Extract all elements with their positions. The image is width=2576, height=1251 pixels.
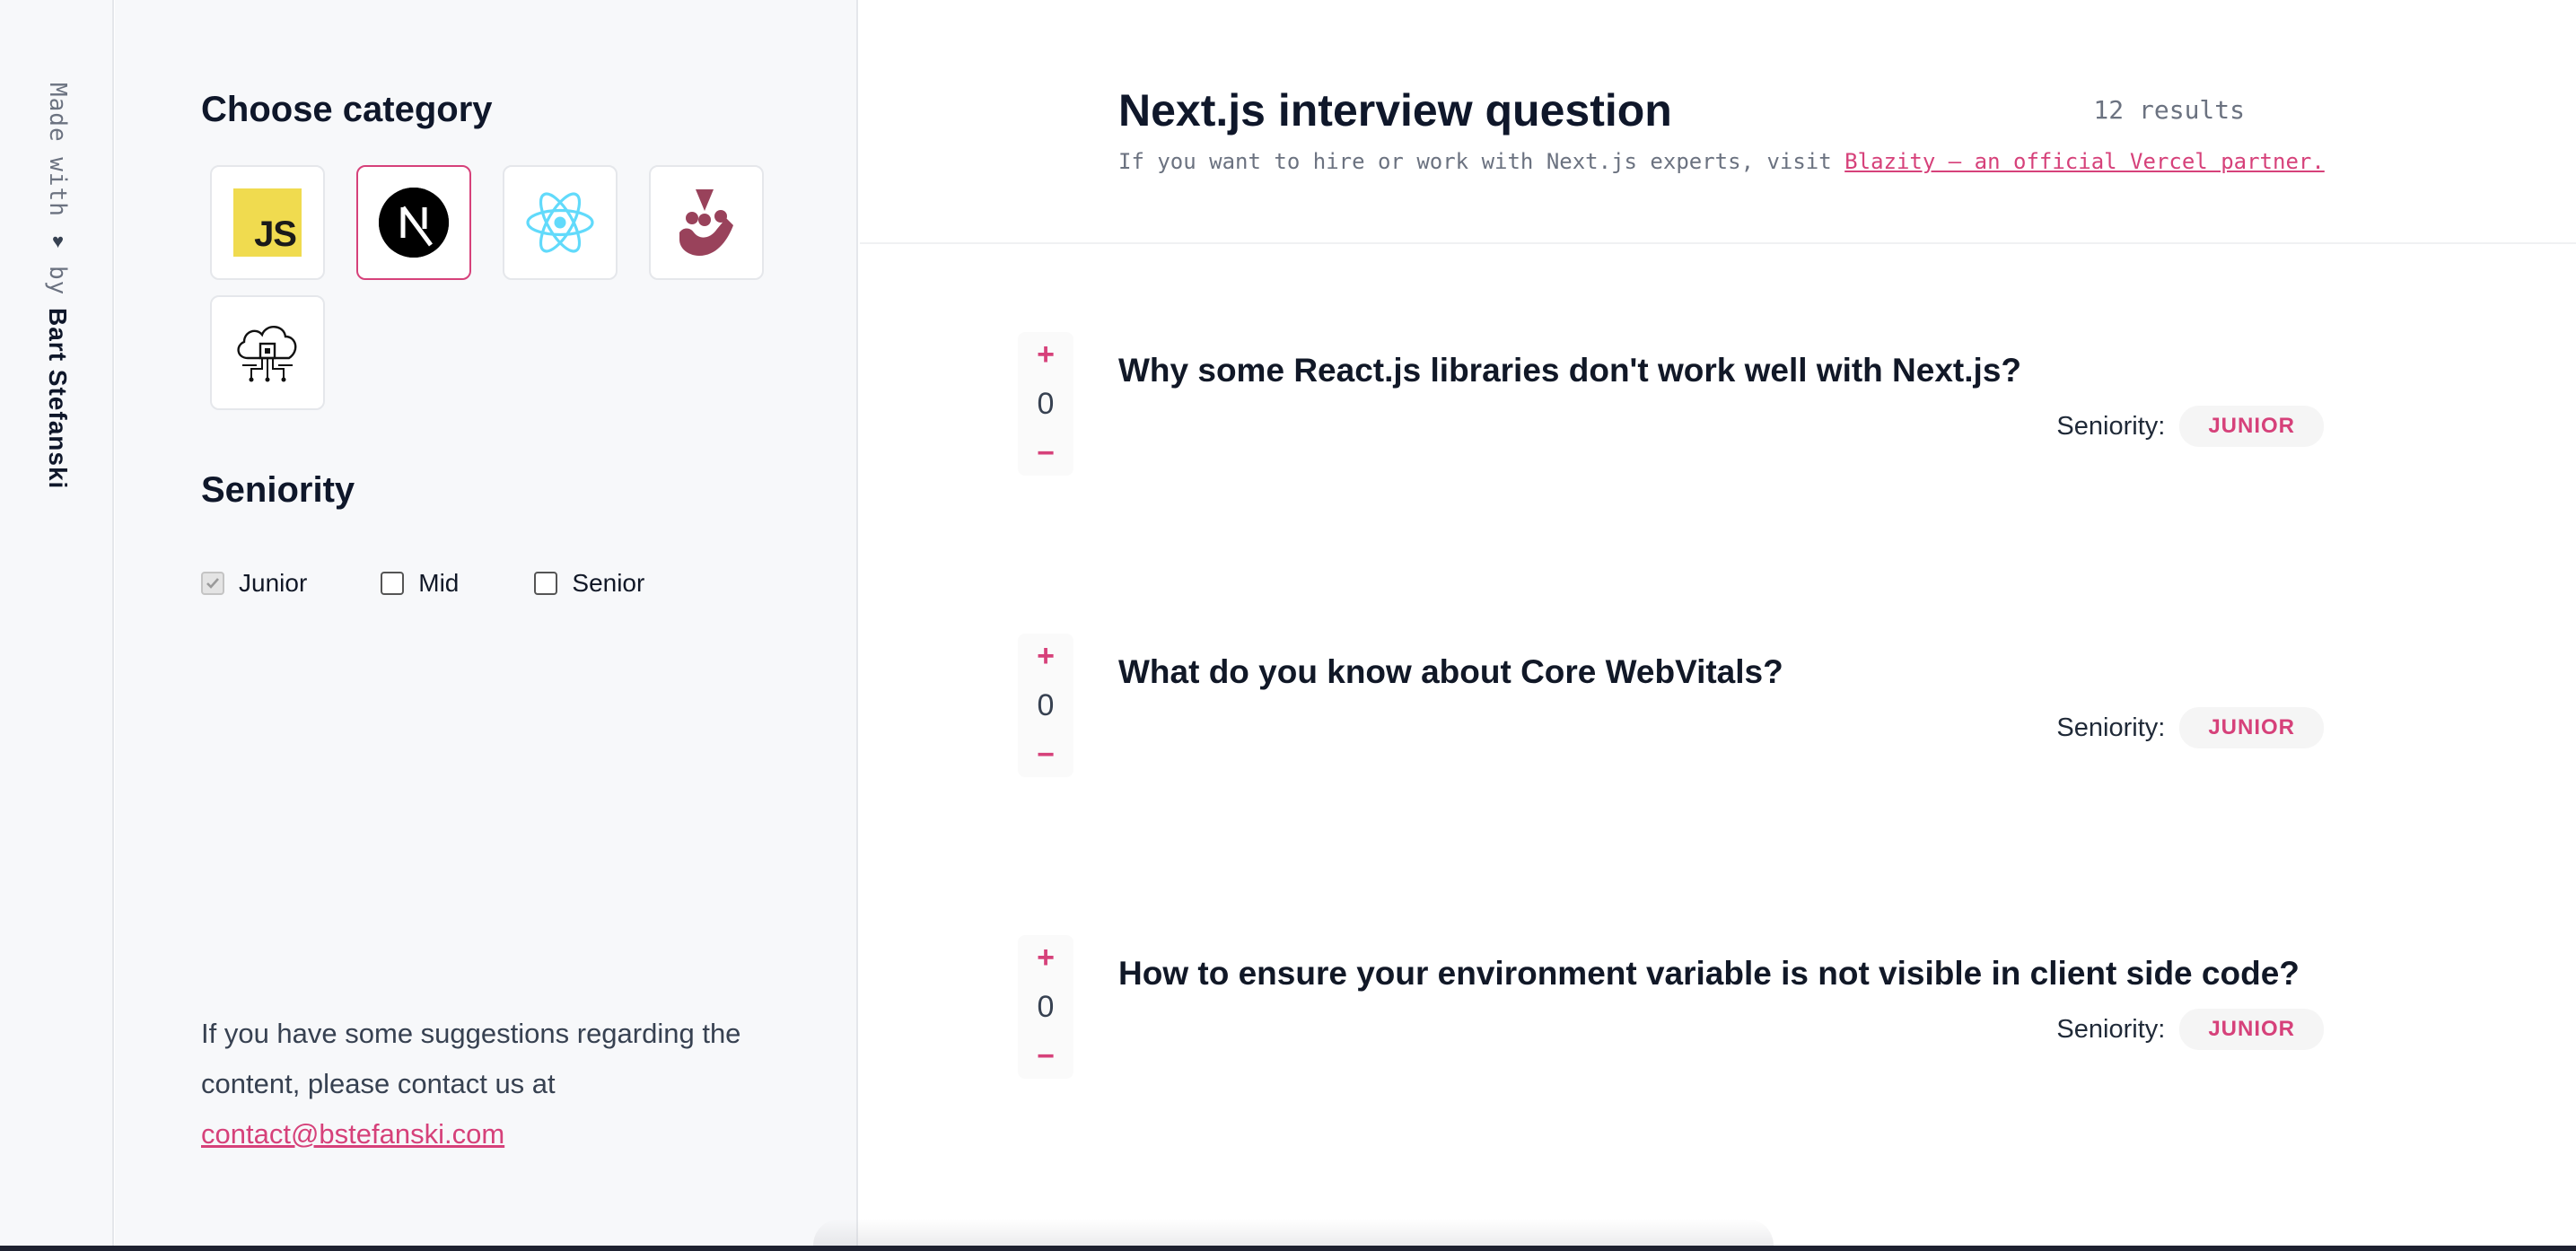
category-javascript[interactable]: JS — [210, 165, 325, 280]
seniority-label: Seniority: — [2056, 713, 2166, 742]
seniority-badge: JUNIOR — [2179, 707, 2324, 748]
junior-label: Junior — [239, 569, 308, 597]
bottom-bar — [0, 1246, 2576, 1251]
question-card: + 0 − Why some React.js libraries don't … — [860, 332, 2576, 494]
question-seniority: Seniority: JUNIOR — [2056, 707, 2324, 748]
jest-logo-icon — [679, 189, 733, 256]
results-count: 12 results — [2093, 95, 2245, 125]
filter-sidebar: Choose category JS Seniority Junior Mid … — [115, 0, 858, 1251]
subtitle-text: If you want to hire or work with Next.js… — [1118, 149, 1832, 174]
contact-note: If you have some suggestions regarding t… — [201, 1009, 775, 1159]
category-react[interactable] — [503, 165, 618, 280]
question-title[interactable]: Why some React.js libraries don't work w… — [1118, 352, 2021, 389]
main-content: Next.js interview question 12 results If… — [860, 0, 2576, 1251]
page-title: Next.js interview question — [1118, 85, 1672, 136]
contact-text: If you have some suggestions regarding t… — [201, 1018, 741, 1099]
seniority-filter: Junior Mid Senior — [201, 569, 644, 598]
vote-control: + 0 − — [1018, 935, 1073, 1079]
upvote-button[interactable]: + — [1037, 339, 1055, 370]
vote-count: 0 — [1037, 990, 1055, 1024]
page-subtitle: If you want to hire or work with Next.js… — [1118, 149, 2325, 174]
vote-count: 0 — [1037, 387, 1055, 421]
credit-made-with: Made with — [44, 83, 71, 217]
junior-checkbox[interactable] — [201, 572, 224, 595]
seniority-label: Seniority: — [2056, 411, 2166, 441]
nextjs-logo-icon — [379, 188, 449, 258]
senior-label: Senior — [572, 569, 645, 597]
downvote-button[interactable]: − — [1037, 438, 1055, 468]
question-title[interactable]: How to ensure your environment variable … — [1118, 955, 2300, 993]
page-header: Next.js interview question 12 results If… — [860, 0, 2576, 244]
mid-checkbox[interactable] — [381, 572, 405, 595]
question-seniority: Seniority: JUNIOR — [2056, 1009, 2324, 1050]
question-title[interactable]: What do you know about Core WebVitals? — [1118, 653, 1783, 691]
credit-text: Made with ♥ by Bart Stefanski — [43, 83, 72, 490]
partner-link[interactable]: Blazity – an official Vercel partner. — [1844, 149, 2325, 174]
question-card: + 0 − What do you know about Core WebVit… — [860, 634, 2576, 795]
javascript-logo-icon: JS — [233, 188, 302, 257]
question-seniority: Seniority: JUNIOR — [2056, 406, 2324, 447]
cloud-chip-icon — [237, 326, 297, 382]
category-cloud[interactable] — [210, 295, 325, 410]
javascript-logo-text: JS — [254, 214, 297, 254]
category-heading: Choose category — [201, 90, 493, 129]
seniority-heading: Seniority — [201, 470, 355, 510]
vote-control: + 0 − — [1018, 634, 1073, 777]
vote-control: + 0 − — [1018, 332, 1073, 476]
react-logo-icon — [526, 192, 594, 253]
credit-strip: Made with ♥ by Bart Stefanski — [0, 0, 114, 1251]
seniority-label: Seniority: — [2056, 1014, 2166, 1044]
seniority-junior[interactable]: Junior — [201, 569, 307, 598]
author-link[interactable]: Bart Stefanski — [43, 308, 72, 489]
question-card: + 0 − How to ensure your environment var… — [860, 935, 2576, 1097]
seniority-badge: JUNIOR — [2179, 1009, 2324, 1050]
credit-by: by — [44, 265, 71, 296]
category-jest[interactable] — [649, 165, 764, 280]
vote-count: 0 — [1037, 688, 1055, 722]
bottom-shadow — [813, 1219, 1774, 1246]
contact-email-link[interactable]: contact@bstefanski.com — [201, 1118, 504, 1150]
seniority-mid[interactable]: Mid — [381, 569, 459, 598]
heart-icon: ♥ — [47, 229, 69, 253]
seniority-senior[interactable]: Senior — [534, 569, 644, 598]
downvote-button[interactable]: − — [1037, 739, 1055, 770]
senior-checkbox[interactable] — [534, 572, 558, 595]
upvote-button[interactable]: + — [1037, 942, 1055, 973]
mid-label: Mid — [418, 569, 460, 597]
seniority-badge: JUNIOR — [2179, 406, 2324, 447]
downvote-button[interactable]: − — [1037, 1041, 1055, 1072]
category-nextjs[interactable] — [356, 165, 471, 280]
upvote-button[interactable]: + — [1037, 641, 1055, 671]
